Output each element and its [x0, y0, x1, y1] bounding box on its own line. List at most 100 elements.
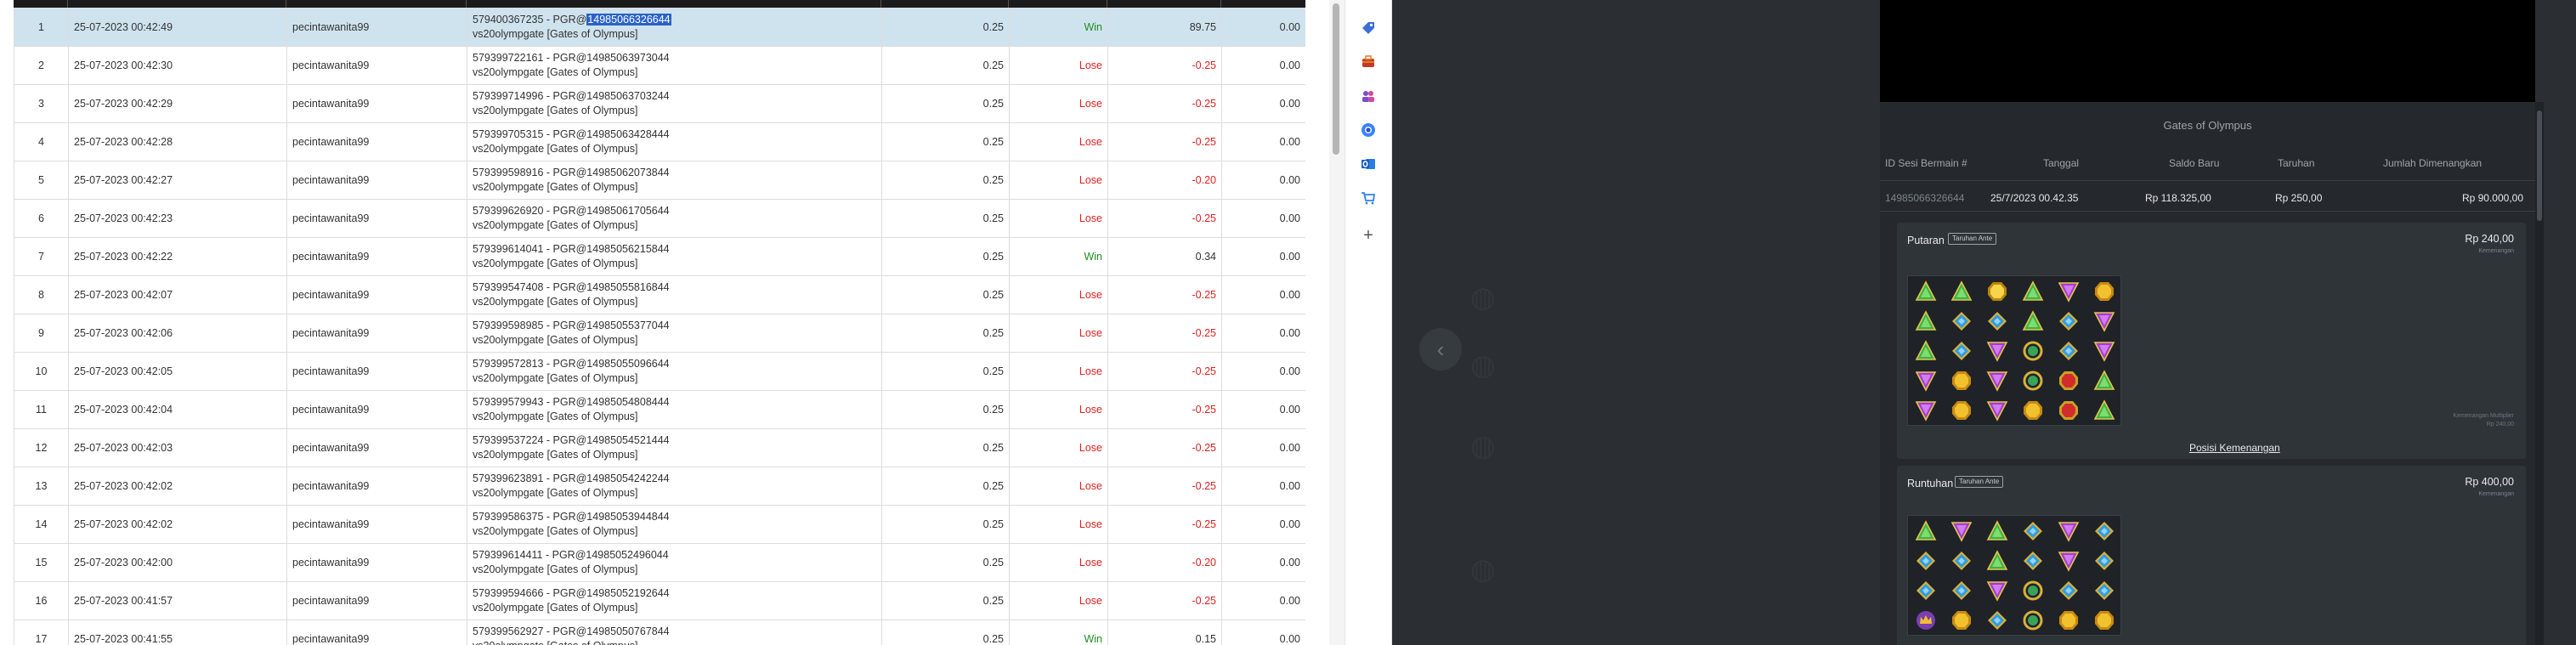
yellow-gem-symbol-icon [1979, 276, 2015, 306]
row-bet: 0.25 [881, 620, 1010, 645]
row-time: 25-07-2023 00:42:27 [68, 161, 287, 200]
spin-title: Putaran [1907, 235, 1945, 246]
briefcase-icon[interactable] [1359, 53, 1378, 71]
cart-icon[interactable] [1359, 189, 1378, 207]
scroll-thumb[interactable] [1333, 3, 1339, 155]
row-result: Lose [1009, 46, 1108, 85]
row-user: pecintawanita99 [286, 84, 467, 123]
header-win: Jumlah Dimenangkan [2383, 157, 2483, 169]
row-number: 2 [14, 46, 69, 85]
table-row[interactable]: 12 25-07-2023 00:42:03 pecintawanita99 5793… [14, 428, 1305, 467]
scroll-thumb[interactable] [2537, 110, 2542, 221]
prev-arrow-button[interactable]: ‹ [1419, 328, 1462, 371]
table-scrollbar[interactable] [1329, 0, 1345, 645]
people-icon[interactable] [1359, 87, 1378, 105]
table-row[interactable]: 4 25-07-2023 00:42:28 pecintawanita99 57939… [14, 122, 1305, 161]
table-row[interactable]: 2 25-07-2023 00:42:30 pecintawanita99 57939… [14, 46, 1305, 85]
table-row[interactable]: 16 25-07-2023 00:41:57 pecintawanita99 5793… [14, 581, 1305, 620]
row-number: 4 [14, 122, 69, 161]
multiplier-note: Kemenangan Multiplier [2453, 413, 2514, 419]
row-result: Lose [1009, 390, 1108, 429]
row-bet: 0.25 [881, 428, 1010, 467]
row-winloss: -0.25 [1107, 122, 1222, 161]
row-result: Lose [1009, 505, 1108, 544]
blue-gem-symbol-icon [2015, 546, 2051, 575]
row-bet: 0.25 [881, 46, 1010, 85]
panel-scrollbar[interactable] [2535, 102, 2544, 645]
table-row[interactable]: 15 25-07-2023 00:42:00 pecintawanita99 5793… [14, 543, 1305, 582]
row-time: 25-07-2023 00:42:29 [68, 84, 287, 123]
table-row[interactable]: 10 25-07-2023 00:42:05 pecintawanita99 5793… [14, 352, 1305, 391]
row-time: 25-07-2023 00:42:02 [68, 505, 287, 544]
row-time: 25-07-2023 00:42:30 [68, 46, 287, 85]
table-row[interactable]: 3 25-07-2023 00:42:29 pecintawanita99 57939… [14, 84, 1305, 123]
tag-icon[interactable] [1359, 19, 1378, 37]
divider [1880, 180, 2535, 181]
row-result: Win [1009, 237, 1108, 276]
row-number: 13 [14, 467, 69, 506]
row-number: 6 [14, 199, 69, 238]
row-time: 25-07-2023 00:42:49 [68, 8, 287, 47]
table-header-bar [14, 0, 1305, 8]
row-extra: 0.00 [1221, 467, 1305, 506]
value-date: 25/7/2023 00.42.35 [1990, 192, 2079, 204]
spin-section: Putaran Taruhan Ante Rp 240,00 Kemenanga… [1897, 223, 2526, 459]
chrome-icon[interactable] [1359, 121, 1378, 139]
purple-tri-symbol-icon [2051, 546, 2086, 575]
gold-gem-symbol-icon [2015, 395, 2051, 425]
green-tri-symbol-icon [1979, 546, 2015, 575]
value-balance: Rp 118.325,00 [2145, 192, 2211, 204]
row-reference: 579399614041 - PGR@14985056215844 vs20oly… [467, 237, 882, 276]
game-code: vs20olympgate [Gates of Olympus] [473, 66, 638, 78]
row-winloss: -0.20 [1107, 161, 1222, 200]
row-user: pecintawanita99 [286, 199, 467, 238]
table-row[interactable]: 7 25-07-2023 00:42:22 pecintawanita99 57939… [14, 237, 1305, 276]
ref-id: 579399594666 - PGR@14985052192644 [473, 587, 670, 599]
row-reference: 579399722161 - PGR@14985063973044 vs20oly… [467, 46, 882, 85]
row-user: pecintawanita99 [286, 581, 467, 620]
row-number: 10 [14, 352, 69, 391]
ref-id: 579399722161 - PGR@14985063973044 [473, 52, 670, 64]
row-result: Lose [1009, 543, 1108, 582]
crown-symbol-icon [1908, 605, 1944, 635]
row-reference: 579399705315 - PGR@14985063428444 vs20oly… [467, 122, 882, 161]
row-result: Lose [1009, 199, 1108, 238]
game-code: vs20olympgate [Gates of Olympus] [473, 525, 638, 537]
reel-grid [1907, 515, 2121, 636]
row-time: 25-07-2023 00:42:06 [68, 314, 287, 353]
win-positions-link[interactable]: Posisi Kemenangan [2189, 442, 2280, 454]
game-code: vs20olympgate [Gates of Olympus] [473, 372, 638, 384]
blue-gem-symbol-icon [2086, 575, 2122, 605]
row-reference: 579399598985 - PGR@14985055377044 vs20oly… [467, 314, 882, 353]
ref-id: 579399579943 - PGR@14985054808444 [473, 396, 670, 408]
blue-gem-symbol-icon [1944, 336, 1979, 365]
row-extra: 0.00 [1221, 46, 1305, 85]
table-row[interactable]: 17 25-07-2023 00:41:55 pecintawanita99 5793… [14, 620, 1305, 645]
history-table-panel: 1 25-07-2023 00:42:49 pecintawanita99 57940… [0, 0, 1305, 645]
ring-symbol-icon [2015, 336, 2051, 365]
row-number: 11 [14, 390, 69, 429]
table-row[interactable]: 8 25-07-2023 00:42:07 pecintawanita99 57939… [14, 275, 1305, 314]
red-gem-symbol-icon [2051, 365, 2086, 395]
table-row[interactable]: 13 25-07-2023 00:42:02 pecintawanita99 5793… [14, 467, 1305, 506]
table-row[interactable]: 6 25-07-2023 00:42:23 pecintawanita99 57939… [14, 199, 1305, 238]
table-row[interactable]: 14 25-07-2023 00:42:02 pecintawanita99 5793… [14, 505, 1305, 544]
ref-id: 579400367235 - PGR@ [473, 14, 587, 25]
row-user: pecintawanita99 [286, 237, 467, 276]
row-number: 8 [14, 275, 69, 314]
row-time: 25-07-2023 00:42:05 [68, 352, 287, 391]
row-user: pecintawanita99 [286, 314, 467, 353]
purple-tri-symbol-icon [1979, 336, 2015, 365]
blue-gem-symbol-icon [1979, 605, 2015, 635]
table-row[interactable]: 9 25-07-2023 00:42:06 pecintawanita99 57939… [14, 314, 1305, 353]
table-row[interactable]: 11 25-07-2023 00:42:04 pecintawanita99 5793… [14, 390, 1305, 429]
plus-icon[interactable]: + [1359, 226, 1378, 245]
ref-id: 579399572813 - PGR@14985055096644 [473, 358, 670, 370]
table-row[interactable]: 5 25-07-2023 00:42:27 pecintawanita99 57939… [14, 161, 1305, 200]
row-time: 25-07-2023 00:42:07 [68, 275, 287, 314]
outlook-icon[interactable] [1359, 155, 1378, 173]
table-row[interactable]: 1 25-07-2023 00:42:49 pecintawanita99 57940… [14, 8, 1305, 47]
tumble-section: Runtuhan Taruhan Ante Rp 400,00 Kemenang… [1897, 466, 2526, 645]
extension-sidebar: + [1345, 0, 1392, 645]
game-code: vs20olympgate [Gates of Olympus] [473, 487, 638, 499]
